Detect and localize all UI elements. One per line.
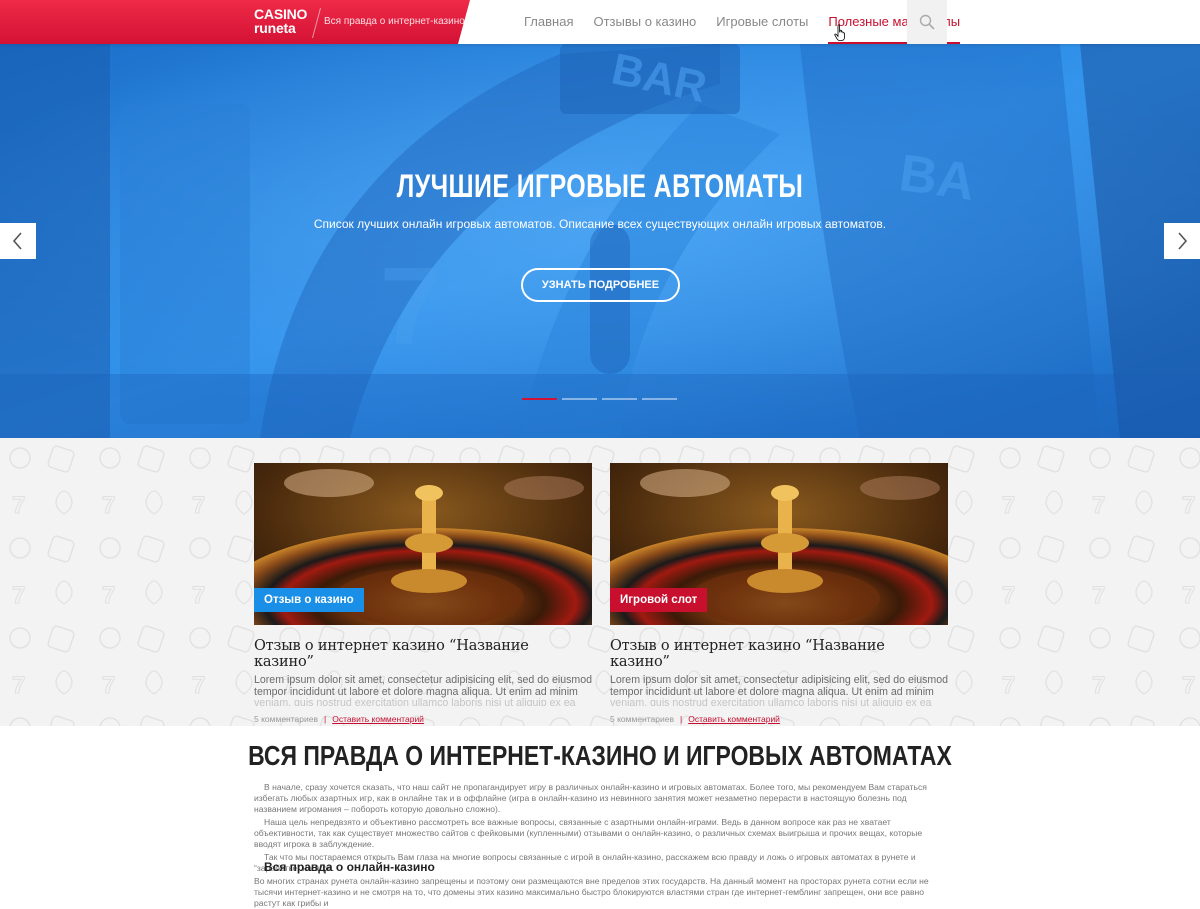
hand-cursor-icon <box>834 24 845 41</box>
nav-item-home[interactable]: Главная <box>514 0 583 44</box>
logo-line-1: CASINO <box>254 6 308 22</box>
comments-count[interactable]: 5 комментариев <box>610 714 674 724</box>
casino-pattern-background: 7 <box>0 438 1200 726</box>
article-excerpt: Lorem ipsum dolor sit amet, consectetur … <box>610 675 948 698</box>
content-paragraph: Наша цель непредвзято и объективно рассм… <box>254 817 923 849</box>
article-card: Игровой слот Отзыв о интернет казино “На… <box>610 463 948 724</box>
site-header: CASINO runeta Вся правда о интернет-кази… <box>0 0 1200 44</box>
search-icon <box>919 14 935 30</box>
slider-dots <box>522 398 677 400</box>
content-paragraph: Во многих странах рунета онлайн-казино з… <box>254 876 929 908</box>
article-image-roulette[interactable]: Игровой слот <box>610 463 948 625</box>
slider-next-button[interactable] <box>1164 223 1200 259</box>
article-excerpt-fade: veniam, quis nostrud exercitation ullamc… <box>254 698 576 706</box>
hero-slider: BAR BA 7 ЛУЧШИЕ ИГРОВЫЕ АВТОМАТЫ Список … <box>0 44 1200 438</box>
article-title[interactable]: Отзыв о интернет казино “Название казино… <box>254 638 592 670</box>
search-button[interactable] <box>907 0 947 44</box>
article-meta: 5 комментариев | Оставить комментарий <box>254 714 592 724</box>
site-logo[interactable]: CASINO runeta <box>254 7 307 35</box>
content-subtitle: Вся правда о онлайн-казино <box>264 860 435 874</box>
slider-prev-button[interactable] <box>0 223 36 259</box>
nav-item-slots[interactable]: Игровые слоты <box>706 0 818 44</box>
content-paragraph: В начале, сразу хочется сказать, что наш… <box>254 782 927 814</box>
article-meta: 5 комментариев | Оставить комментарий <box>610 714 948 724</box>
learn-more-button[interactable]: УЗНАТЬ ПОДРОБНЕЕ <box>521 268 680 302</box>
slider-dot[interactable] <box>642 398 677 400</box>
slider-dot[interactable] <box>602 398 637 400</box>
article-title[interactable]: Отзыв о интернет казино “Название казино… <box>610 638 948 670</box>
logo-line-2: runeta <box>254 20 296 36</box>
comments-count[interactable]: 5 комментариев <box>254 714 318 724</box>
chevron-left-icon <box>12 232 22 250</box>
article-card: Отзыв о казино Отзыв о интернет казино “… <box>254 463 592 724</box>
chevron-right-icon <box>1178 232 1188 250</box>
leave-comment-link[interactable]: Оставить комментарий <box>688 714 780 724</box>
article-image-roulette[interactable]: Отзыв о казино <box>254 463 592 625</box>
category-tag-casino-review[interactable]: Отзыв о казино <box>254 588 364 612</box>
hero-subtitle: Список лучших онлайн игровых автоматов. … <box>313 217 887 231</box>
svg-text:7: 7 <box>380 245 441 368</box>
hero-title: ЛУЧШИЕ ИГРОВЫЕ АВТОМАТЫ <box>396 168 804 204</box>
meta-separator: | <box>679 714 683 724</box>
main-nav: Главная Отзывы о казино Игровые слоты По… <box>514 0 970 44</box>
article-excerpt-fade: veniam, quis nostrud exercitation ullamc… <box>610 698 932 706</box>
content-title: ВСЯ ПРАВДА О ИНТЕРНЕТ-КАЗИНО И ИГРОВЫХ А… <box>248 740 952 771</box>
slider-dot[interactable] <box>522 398 557 400</box>
slider-dot[interactable] <box>562 398 597 400</box>
hero-background-image: BAR BA 7 <box>0 44 1200 438</box>
meta-separator: | <box>323 714 327 724</box>
leave-comment-link[interactable]: Оставить комментарий <box>332 714 424 724</box>
site-tagline: Вся правда о интернет-казино <box>324 16 465 27</box>
articles-section: 7 Отзыв о казино <box>0 438 1200 726</box>
article-excerpt: Lorem ipsum dolor sit amet, consectetur … <box>254 675 592 698</box>
category-tag-slot[interactable]: Игровой слот <box>610 588 708 612</box>
nav-item-casino-reviews[interactable]: Отзывы о казино <box>583 0 706 44</box>
